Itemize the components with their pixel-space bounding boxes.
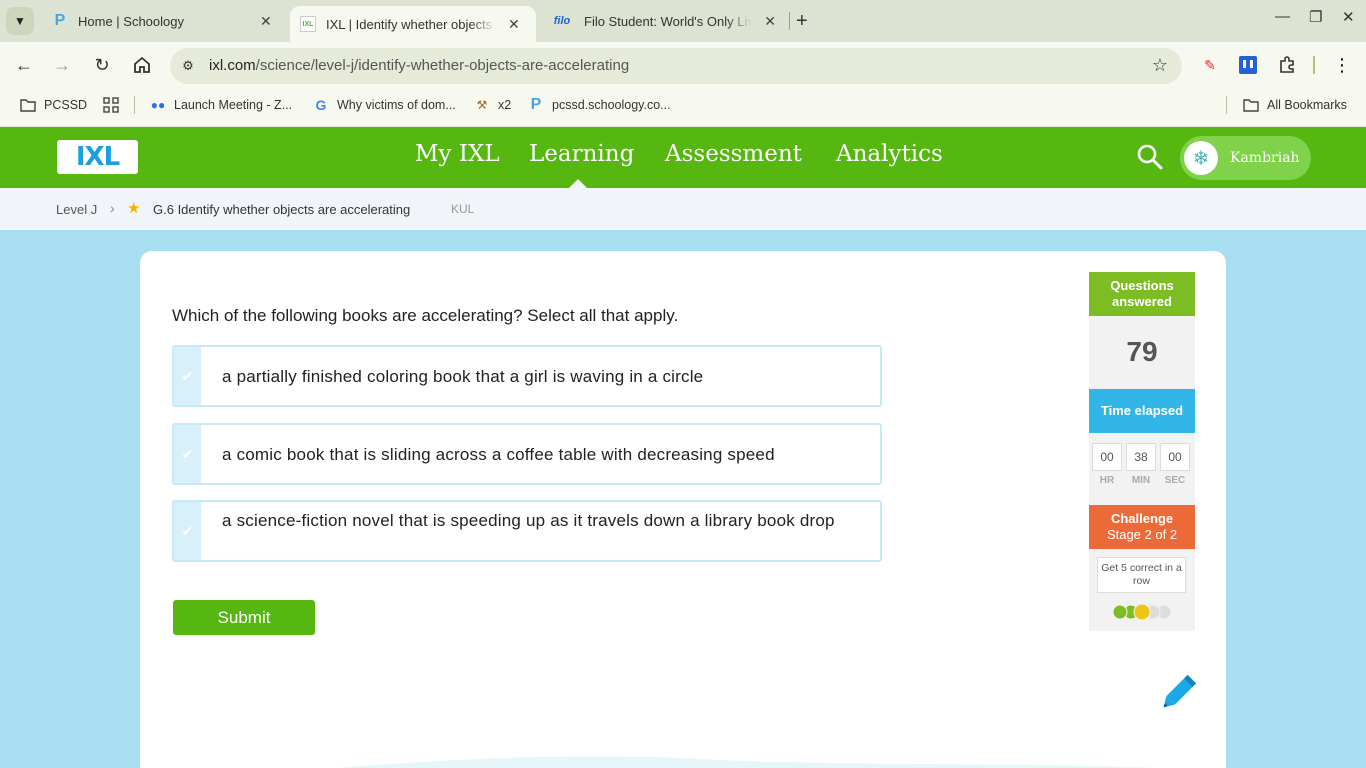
nav-assessment[interactable]: Assessment: [665, 141, 802, 167]
bookmark-star-icon[interactable]: ☆: [1152, 55, 1168, 76]
nav-my-ixl[interactable]: My IXL: [415, 141, 500, 167]
scratchpad-pencil-icon[interactable]: [1154, 671, 1200, 717]
schoology-p-icon: P: [530, 96, 542, 113]
tab-filo[interactable]: filo Filo Student: World's Only Live Ins…: [540, 6, 786, 36]
breadcrumb-level[interactable]: Level J: [56, 202, 97, 217]
answer-choice-3[interactable]: ✔ a science-fiction novel that is speedi…: [172, 500, 882, 562]
check-icon: ✔: [181, 522, 194, 539]
filo-icon: filo: [553, 15, 571, 27]
time-elapsed-label: Time elapsed: [1089, 389, 1195, 433]
question-prompt: Which of the following books are acceler…: [172, 306, 679, 325]
star-icon: ★: [127, 200, 141, 217]
toolbar-divider: [1313, 56, 1315, 74]
tab-search-menu-button[interactable]: ▼: [6, 7, 34, 35]
time-minutes: 38: [1126, 443, 1156, 471]
back-arrow-icon[interactable]: ←: [13, 54, 35, 76]
bookmark-why-victims[interactable]: G Why victims of dom...: [313, 97, 456, 113]
challenge-progress-dots: [1112, 604, 1172, 620]
time-minutes-label: MIN: [1131, 475, 1151, 486]
browser-tab-strip: ▼ P Home | Schoology ✕ IXL IXL | Identif…: [0, 0, 1366, 42]
checkbox[interactable]: ✔: [174, 347, 201, 405]
ixl-icon: IXL: [300, 16, 316, 32]
questions-answered-label: Questions answered: [1089, 272, 1195, 316]
bookmarks-bar: PCSSD ●● Launch Meeting - Z... G Why vic…: [0, 88, 1366, 127]
reload-icon[interactable]: ↻: [91, 54, 113, 76]
questions-answered-count: 79: [1126, 336, 1158, 367]
google-icon: G: [315, 97, 327, 113]
breadcrumb: Level J › ★ G.6 Identify whether objects…: [0, 188, 1366, 230]
apps-grid-button[interactable]: [103, 97, 127, 113]
bookmark-launch-meeting[interactable]: ●● Launch Meeting - Z...: [150, 97, 292, 113]
forward-arrow-icon[interactable]: →: [51, 54, 73, 76]
all-bookmarks-button[interactable]: All Bookmarks: [1243, 97, 1347, 113]
time-hours-label: HR: [1099, 475, 1115, 486]
close-tab-icon[interactable]: ✕: [260, 13, 272, 30]
ixl-header: IXL My IXL Learning Assessment Analytics…: [0, 127, 1366, 188]
folder-icon: [1243, 97, 1259, 113]
checkbox[interactable]: ✔: [174, 502, 201, 560]
nav-analytics[interactable]: Analytics: [836, 141, 943, 167]
folder-icon: [20, 97, 36, 113]
bookmark-divider: [1226, 96, 1227, 114]
url-text: ixl.com/science/level-j/identify-whether…: [209, 57, 630, 74]
nav-learning[interactable]: Learning: [529, 141, 634, 167]
close-tab-icon[interactable]: ✕: [764, 13, 776, 30]
browser-menu-kebab-icon[interactable]: ⋮: [1332, 55, 1352, 75]
apps-grid-icon: [103, 97, 119, 113]
bookmark-pcssd-schoology[interactable]: P pcssd.schoology.co...: [528, 96, 671, 113]
snowflake-avatar-icon: ❄: [1192, 147, 1210, 170]
time-hours: 00: [1092, 443, 1122, 471]
bookmark-x2[interactable]: ⚒ x2: [474, 97, 512, 113]
submit-button[interactable]: Submit: [173, 600, 315, 635]
challenge-panel: Get 5 correct in a row: [1089, 549, 1195, 631]
checkbox[interactable]: ✔: [174, 425, 201, 483]
schoology-p-icon: P: [54, 12, 66, 29]
chevron-right-icon: ›: [110, 200, 115, 216]
time-elapsed-panel: 00 38 00 HR MIN SEC: [1089, 433, 1195, 505]
breadcrumb-skill-name: G.6 Identify whether objects are acceler…: [153, 202, 411, 217]
new-tab-plus-icon[interactable]: +: [796, 10, 808, 33]
tab-ixl[interactable]: IXL IXL | Identify whether objects are a…: [290, 6, 536, 42]
challenge-stage: Stage 2 of 2: [1106, 527, 1178, 542]
time-seconds-label: SEC: [1164, 475, 1186, 486]
decorative-wave: [338, 756, 1158, 768]
minimize-icon[interactable]: —: [1275, 8, 1290, 25]
restore-window-icon[interactable]: ❐: [1309, 8, 1322, 26]
bookmark-pcssd[interactable]: PCSSD: [20, 97, 87, 113]
answer-choice-1[interactable]: ✔ a partially finished coloring book tha…: [172, 345, 882, 407]
challenge-goal: Get 5 correct in a row: [1097, 557, 1186, 593]
challenge-label: Challenge: [1110, 511, 1174, 526]
extension-badge-icon[interactable]: [1238, 55, 1258, 75]
check-icon: ✔: [181, 367, 194, 384]
search-icon[interactable]: [1136, 143, 1164, 171]
answer-choice-2[interactable]: ✔ a comic book that is sliding across a …: [172, 423, 882, 485]
practice-card: Which of the following books are acceler…: [140, 251, 1226, 768]
site-settings-icon[interactable]: ⚙: [178, 56, 198, 76]
skill-code: KUL: [451, 202, 475, 216]
tab-divider: [789, 12, 790, 30]
close-tab-icon[interactable]: ✕: [508, 16, 520, 33]
tab-schoology[interactable]: P Home | Schoology ✕: [42, 6, 288, 36]
time-seconds: 00: [1160, 443, 1190, 471]
chevron-down-icon: ▼: [14, 14, 26, 28]
address-bar[interactable]: ⚙ ixl.com/science/level-j/identify-wheth…: [170, 48, 1182, 84]
check-icon: ✔: [181, 445, 194, 462]
home-icon[interactable]: [131, 54, 153, 76]
challenge-header: Challenge Stage 2 of 2: [1089, 505, 1195, 549]
close-window-icon[interactable]: ✕: [1342, 8, 1355, 26]
zoom-people-icon: ●●: [150, 98, 166, 112]
pen-extension-icon[interactable]: ✎: [1200, 55, 1220, 75]
questions-answered-panel: 79: [1089, 316, 1195, 389]
bookmark-divider: [134, 96, 135, 114]
challenge-dot: [1133, 604, 1151, 620]
tool-icon: ⚒: [476, 98, 488, 112]
challenge-dot: [1112, 604, 1128, 620]
avatar: ❄: [1184, 141, 1218, 175]
browser-toolbar: ← → ↻ ⚙ ixl.com/science/level-j/identify…: [0, 42, 1366, 88]
user-menu-button[interactable]: ❄ Kambriah: [1180, 136, 1311, 180]
ixl-logo[interactable]: IXL: [57, 140, 138, 174]
extensions-puzzle-icon[interactable]: [1277, 55, 1297, 75]
active-nav-indicator: [569, 179, 587, 188]
